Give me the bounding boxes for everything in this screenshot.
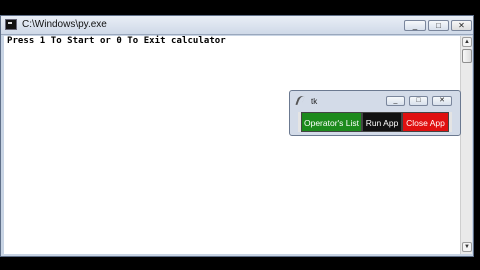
minimize-button[interactable]: _ — [404, 20, 426, 31]
run-app-button[interactable]: Run App — [362, 112, 402, 132]
scrollbar-thumb[interactable] — [462, 49, 472, 63]
tk-title: tk — [311, 97, 318, 106]
tk-maximize-button[interactable]: □ — [409, 96, 428, 106]
console-title: C:\Windows\py.exe — [22, 19, 107, 30]
console-output-area[interactable]: Press 1 To Start or 0 To Exit calculator — [4, 36, 460, 254]
tk-feather-icon — [295, 94, 305, 107]
tk-window: tk _ □ ✕ Operator's List Run App Close A… — [289, 90, 461, 136]
tk-minimize-button[interactable]: _ — [386, 96, 405, 106]
scroll-down-arrow-icon[interactable]: ▼ — [462, 242, 472, 252]
scroll-up-arrow-icon[interactable]: ▲ — [462, 37, 472, 47]
tk-button-bar: Operator's List Run App Close App — [298, 112, 452, 132]
tk-close-button[interactable]: ✕ — [432, 96, 452, 106]
tk-titlebar[interactable]: tk _ □ ✕ — [290, 91, 460, 111]
close-button[interactable]: ✕ — [451, 20, 472, 31]
console-titlebar[interactable]: C:\Windows\py.exe _ □ ✕ — [1, 16, 473, 35]
close-app-button[interactable]: Close App — [402, 112, 449, 132]
maximize-button[interactable]: □ — [428, 20, 449, 31]
vertical-scrollbar[interactable]: ▲ ▼ — [460, 36, 472, 254]
console-output-text: Press 1 To Start or 0 To Exit calculator — [7, 36, 226, 46]
operators-list-button[interactable]: Operator's List — [301, 112, 362, 132]
console-window: C:\Windows\py.exe _ □ ✕ Press 1 To Start… — [0, 15, 474, 257]
console-app-icon — [5, 19, 17, 30]
